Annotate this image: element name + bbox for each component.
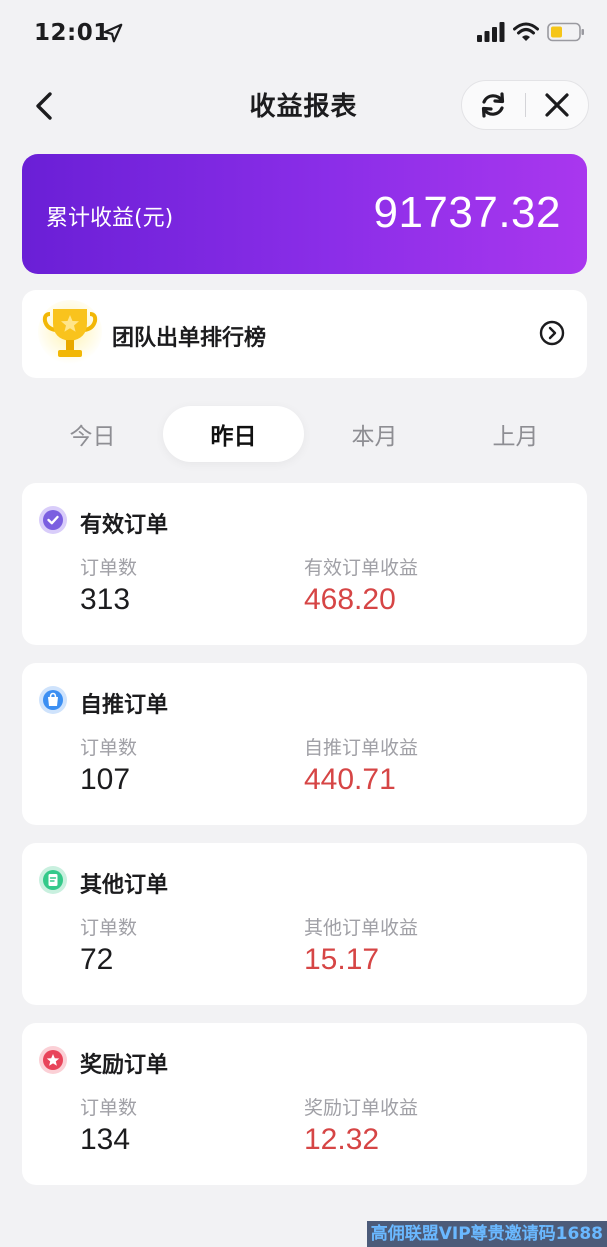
order-title: 自推订单 xyxy=(80,693,169,718)
status-bar: 12:01 xyxy=(0,0,607,70)
signal-icon xyxy=(477,22,505,42)
period-tabs: 今日 昨日 本月 上月 xyxy=(22,406,587,462)
tab-this-month[interactable]: 本月 xyxy=(304,406,445,462)
order-income-value: 12.32 xyxy=(304,1123,380,1156)
order-title: 其他订单 xyxy=(80,873,169,898)
check-badge-icon xyxy=(39,506,67,534)
order-count-label: 订单数 xyxy=(80,737,138,759)
order-count-value: 107 xyxy=(80,763,131,796)
order-income-value: 468.20 xyxy=(304,583,396,616)
team-ranking-link[interactable]: 团队出单排行榜 xyxy=(22,290,587,378)
tab-today[interactable]: 今日 xyxy=(22,406,163,462)
order-count-value: 72 xyxy=(80,943,114,976)
total-earnings-value: 91737.32 xyxy=(373,188,561,237)
trophy-icon xyxy=(38,300,102,364)
order-income-value: 15.17 xyxy=(304,943,380,976)
close-icon xyxy=(545,93,569,117)
watermark-text: 高佣联盟VIP尊贵邀请码1688 xyxy=(366,1221,607,1247)
tab-last-month[interactable]: 上月 xyxy=(445,406,586,462)
star-badge-icon xyxy=(39,1046,67,1074)
shopping-bag-icon xyxy=(39,686,67,714)
order-count-label: 订单数 xyxy=(80,917,138,939)
status-icons xyxy=(477,22,585,42)
reward-orders-card: 奖励订单 订单数 奖励订单收益 134 12.32 xyxy=(22,1023,587,1185)
circle-chevron-right-icon xyxy=(539,320,565,346)
refresh-icon xyxy=(482,92,505,118)
order-income-value: 440.71 xyxy=(304,763,396,796)
order-count-value: 134 xyxy=(80,1123,131,1156)
wifi-icon xyxy=(513,22,539,41)
ranking-label: 团队出单排行榜 xyxy=(112,326,267,351)
other-orders-card: 其他订单 订单数 其他订单收益 72 15.17 xyxy=(22,843,587,1005)
order-income-label: 自推订单收益 xyxy=(304,737,419,759)
order-title: 奖励订单 xyxy=(80,1053,169,1078)
tab-yesterday[interactable]: 昨日 xyxy=(163,406,304,462)
nav-bar: 收益报表 xyxy=(0,72,607,136)
order-count-value: 313 xyxy=(80,583,131,616)
mini-program-capsule xyxy=(461,80,589,130)
status-time: 12:01 xyxy=(34,20,110,46)
battery-icon xyxy=(547,22,584,42)
total-earnings-card: 累计收益(元) 91737.32 xyxy=(22,154,587,274)
order-income-label: 其他订单收益 xyxy=(304,917,419,939)
document-icon xyxy=(39,866,67,894)
self-orders-card: 自推订单 订单数 自推订单收益 107 440.71 xyxy=(22,663,587,825)
refresh-button[interactable] xyxy=(462,81,525,129)
order-count-label: 订单数 xyxy=(80,557,138,579)
location-arrow-icon xyxy=(103,23,123,43)
close-button[interactable] xyxy=(526,81,589,129)
valid-orders-card: 有效订单 订单数 有效订单收益 313 468.20 xyxy=(22,483,587,645)
order-income-label: 有效订单收益 xyxy=(304,557,419,579)
order-income-label: 奖励订单收益 xyxy=(304,1097,419,1119)
order-title: 有效订单 xyxy=(80,513,169,538)
total-earnings-label: 累计收益(元) xyxy=(46,206,174,231)
order-count-label: 订单数 xyxy=(80,1097,138,1119)
